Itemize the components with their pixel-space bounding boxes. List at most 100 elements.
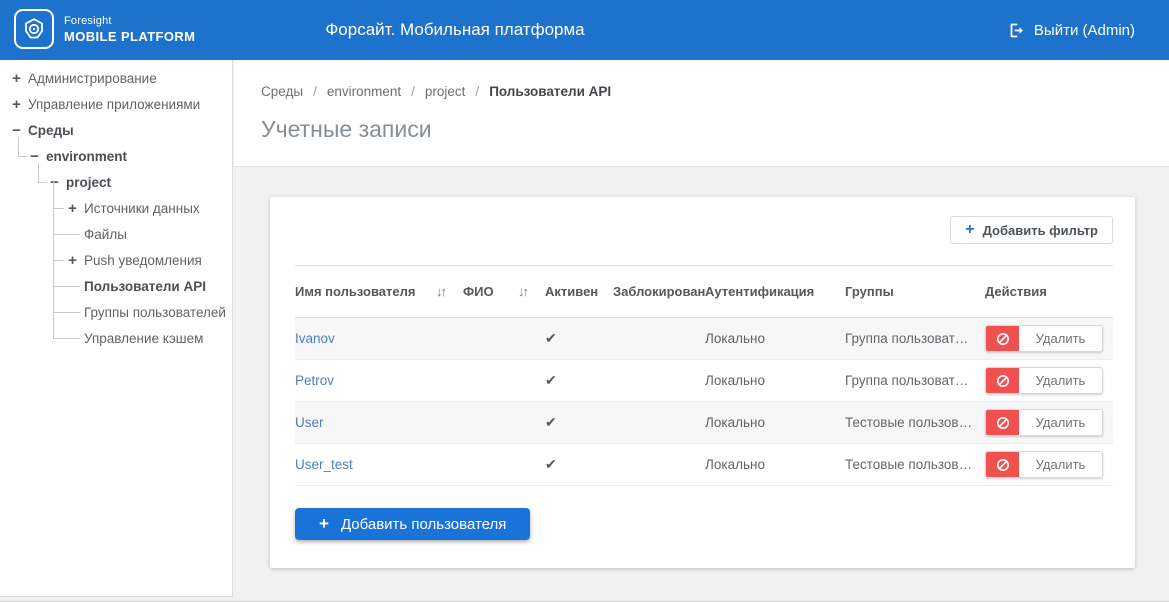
auth-cell: Локально: [705, 373, 845, 388]
delete-label: Удалить: [1019, 410, 1102, 435]
table-row: Ivanov ✔ Локально Группа пользоват… Удал…: [295, 318, 1113, 360]
groups-cell: Тестовые пользов…: [845, 415, 985, 430]
logout-label: Выйти (Admin): [1034, 22, 1135, 39]
delete-user-button[interactable]: Удалить: [985, 367, 1103, 394]
sidebar-item-app-management[interactable]: + Управление приложениями: [0, 91, 232, 117]
add-filter-label: Добавить фильтр: [983, 223, 1098, 238]
delete-user-button[interactable]: Удалить: [985, 325, 1103, 352]
app-header: Foresight MOBILE PLATFORM Форсайт. Мобил…: [0, 0, 1169, 60]
collapse-icon[interactable]: −: [48, 174, 61, 191]
block-icon: [986, 410, 1019, 435]
delete-user-button[interactable]: Удалить: [985, 451, 1103, 478]
sidebar-item-api-users[interactable]: Пользователи API: [0, 273, 232, 299]
username-link[interactable]: Ivanov: [295, 331, 335, 346]
active-checkmark: ✔: [545, 330, 613, 347]
table-row: User ✔ Локально Тестовые пользов… Удалит…: [295, 402, 1113, 444]
add-user-label: Добавить пользователя: [341, 516, 506, 533]
breadcrumb-environments[interactable]: Среды: [261, 84, 303, 99]
sidebar-item-push-notifications[interactable]: + Push уведомления: [0, 247, 232, 273]
auth-cell: Локально: [705, 331, 845, 346]
sidebar-item-label: Push уведомления: [84, 253, 202, 268]
column-header-fio[interactable]: ФИО ↓↑: [463, 284, 545, 299]
users-table: Имя пользователя ↓↑ ФИО ↓↑ Активен Забло…: [295, 265, 1113, 486]
column-header-active: Активен: [545, 284, 613, 299]
auth-cell: Локально: [705, 457, 845, 472]
main-header-section: Среды / environment / project / Пользова…: [234, 60, 1169, 167]
sidebar-item-project[interactable]: − project: [0, 169, 232, 195]
breadcrumb-separator: /: [411, 84, 415, 99]
column-header-username[interactable]: Имя пользователя ↓↑: [295, 284, 463, 299]
delete-user-button[interactable]: Удалить: [985, 409, 1103, 436]
collapse-icon[interactable]: −: [28, 148, 41, 165]
sort-icon[interactable]: ↓↑: [518, 284, 527, 299]
sidebar-tree: + Администрирование + Управление приложе…: [0, 60, 233, 597]
column-label: ФИО: [463, 284, 494, 299]
groups-cell: Группа пользоват…: [845, 331, 985, 346]
accounts-panel: + Добавить фильтр Имя пользователя ↓↑ ФИ…: [270, 197, 1135, 568]
delete-label: Удалить: [1019, 326, 1102, 351]
block-icon: [986, 368, 1019, 393]
logout-button[interactable]: Выйти (Admin): [1008, 0, 1135, 60]
delete-label: Удалить: [1019, 368, 1102, 393]
active-checkmark: ✔: [545, 456, 613, 473]
add-user-button[interactable]: + Добавить пользователя: [295, 508, 530, 540]
expand-icon[interactable]: +: [10, 70, 23, 87]
plus-icon: +: [965, 221, 974, 239]
sidebar-item-administration[interactable]: + Администрирование: [0, 65, 232, 91]
column-header-actions: Действия: [985, 284, 1113, 299]
column-header-groups: Группы: [845, 284, 985, 299]
sidebar-item-label: project: [66, 175, 111, 190]
breadcrumb-current: Пользователи API: [489, 84, 611, 99]
active-checkmark: ✔: [545, 414, 613, 431]
sidebar-item-label: Управление приложениями: [28, 97, 200, 112]
block-icon: [986, 452, 1019, 477]
sidebar-item-label: Администрирование: [28, 71, 157, 86]
username-link[interactable]: User_test: [295, 457, 353, 472]
column-label: Имя пользователя: [295, 284, 415, 299]
add-filter-button[interactable]: + Добавить фильтр: [950, 216, 1113, 244]
sidebar-item-files[interactable]: Файлы: [0, 221, 232, 247]
sidebar-item-label: Пользователи API: [84, 279, 206, 294]
sidebar-item-label: Среды: [28, 123, 74, 138]
expand-icon[interactable]: +: [66, 200, 79, 217]
breadcrumb-separator: /: [475, 84, 479, 99]
expand-icon[interactable]: +: [10, 96, 23, 113]
sidebar-item-label: Управление кэшем: [84, 331, 203, 346]
table-row: User_test ✔ Локально Тестовые пользов… У…: [295, 444, 1113, 486]
active-checkmark: ✔: [545, 372, 613, 389]
username-link[interactable]: User: [295, 415, 324, 430]
groups-cell: Группа пользоват…: [845, 373, 985, 388]
delete-label: Удалить: [1019, 452, 1102, 477]
logo-text: Foresight MOBILE PLATFORM: [64, 15, 195, 44]
app-window: Foresight MOBILE PLATFORM Форсайт. Мобил…: [0, 0, 1169, 602]
app-title: Форсайт. Мобильная платформа: [325, 20, 584, 40]
sidebar-item-environments[interactable]: − Среды: [0, 117, 232, 143]
sidebar-item-label: Файлы: [84, 227, 127, 242]
column-header-authentication: Аутентификация: [705, 284, 845, 299]
sign-out-icon: [1008, 22, 1025, 39]
sidebar-item-user-groups[interactable]: Группы пользователей: [0, 299, 232, 325]
block-icon: [986, 326, 1019, 351]
column-header-blocked: Заблокирован: [613, 284, 705, 299]
breadcrumb-separator: /: [313, 84, 317, 99]
logo-line2: MOBILE PLATFORM: [64, 29, 195, 44]
groups-cell: Тестовые пользов…: [845, 457, 985, 472]
logo-line1: Foresight: [64, 15, 195, 27]
collapse-icon[interactable]: −: [10, 122, 23, 139]
expand-icon[interactable]: +: [66, 252, 79, 269]
app-logo[interactable]: Foresight MOBILE PLATFORM: [14, 9, 195, 49]
page-title: Учетные записи: [261, 116, 1169, 143]
breadcrumb-project[interactable]: project: [425, 84, 466, 99]
breadcrumb: Среды / environment / project / Пользова…: [261, 84, 1169, 99]
username-link[interactable]: Petrov: [295, 373, 334, 388]
breadcrumb-environment[interactable]: environment: [327, 84, 401, 99]
sort-icon[interactable]: ↓↑: [436, 284, 445, 299]
sidebar-item-environment[interactable]: − environment: [0, 143, 232, 169]
sidebar-item-cache-management[interactable]: Управление кэшем: [0, 325, 232, 351]
table-row: Petrov ✔ Локально Группа пользоват… Удал…: [295, 360, 1113, 402]
sidebar-item-label: Источники данных: [84, 201, 200, 216]
sidebar-item-data-sources[interactable]: + Источники данных: [0, 195, 232, 221]
table-header-row: Имя пользователя ↓↑ ФИО ↓↑ Активен Забло…: [295, 265, 1113, 318]
foresight-logo-icon: [14, 9, 54, 49]
sidebar-item-label: environment: [46, 149, 127, 164]
